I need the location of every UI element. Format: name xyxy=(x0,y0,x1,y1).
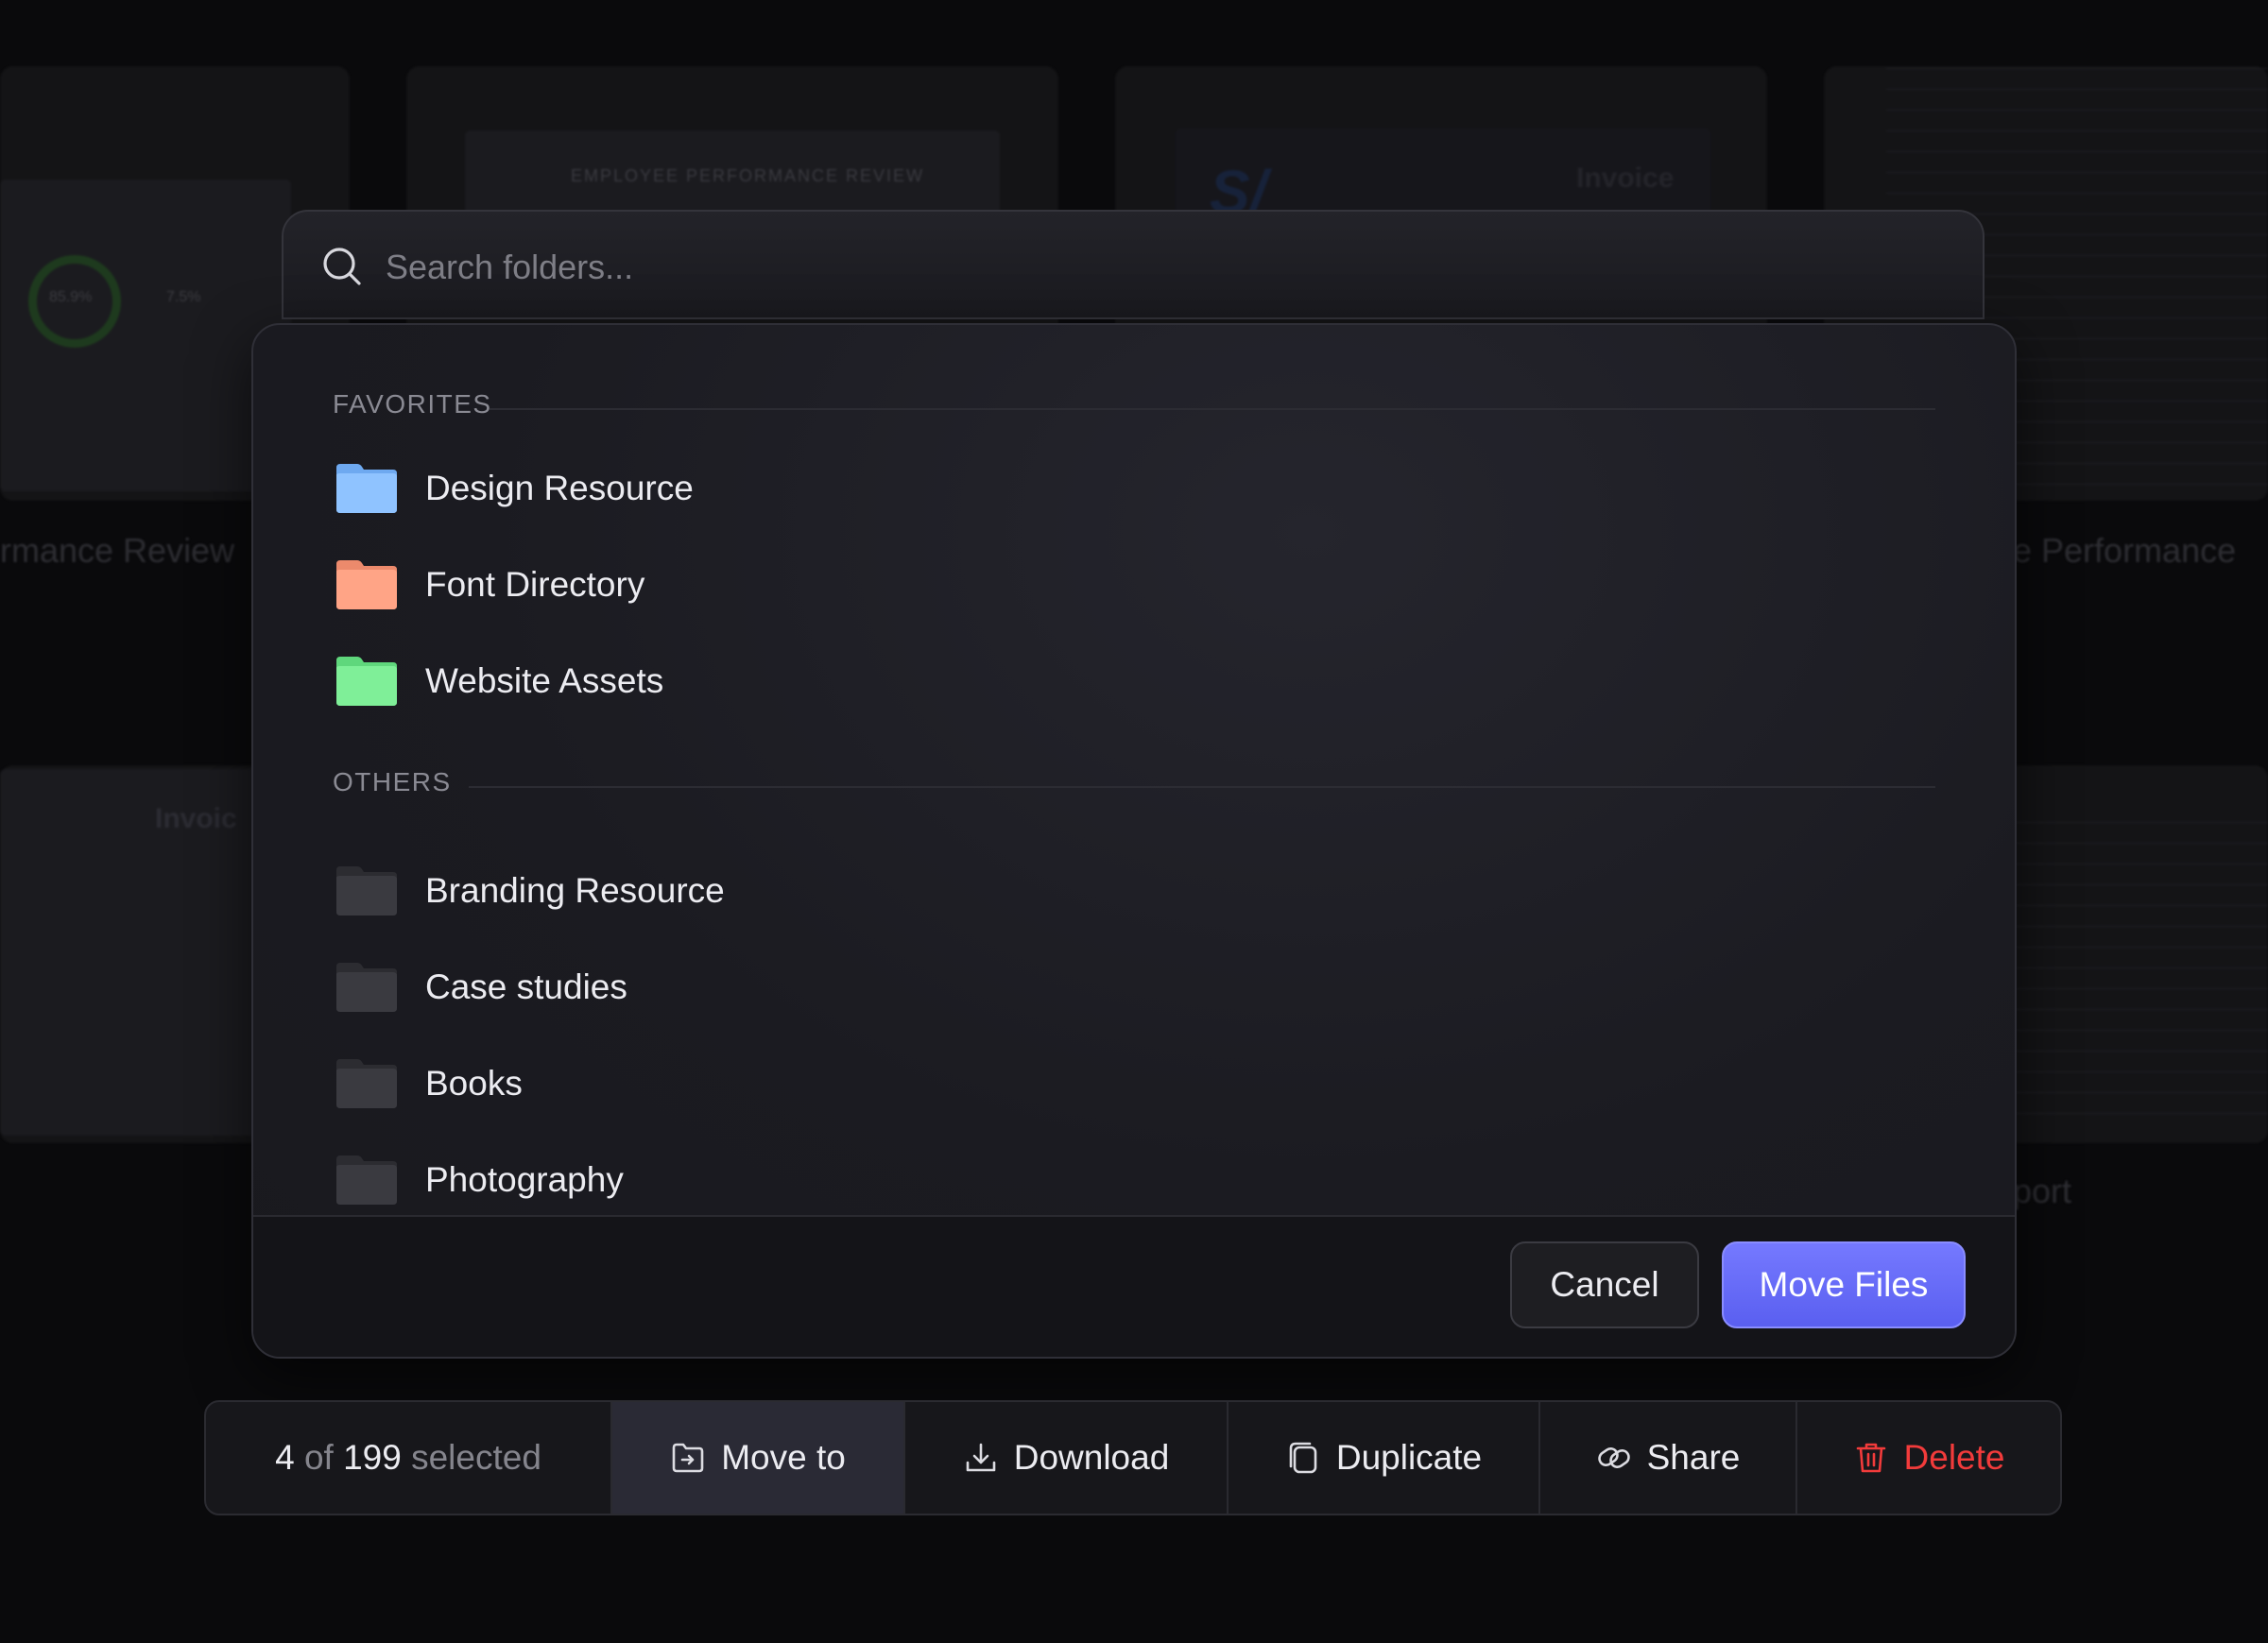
download-button[interactable]: Download xyxy=(905,1402,1228,1514)
download-label: Download xyxy=(1013,1438,1170,1477)
bg-spreadsheet-preview xyxy=(1984,822,2268,1124)
favorites-header: FAVORITES xyxy=(333,389,1935,427)
section-divider xyxy=(490,408,1935,410)
share-button[interactable]: Share xyxy=(1540,1402,1797,1514)
cancel-button[interactable]: Cancel xyxy=(1510,1241,1699,1328)
folder-icon xyxy=(336,866,397,916)
download-icon xyxy=(966,1443,996,1472)
folder-item-branding-resource[interactable]: Branding Resource xyxy=(333,856,1939,926)
dialog-footer: Cancel Move Files xyxy=(253,1215,2015,1357)
folder-icon xyxy=(336,464,397,513)
search-input[interactable] xyxy=(384,238,1899,297)
folder-item-case-studies[interactable]: Case studies xyxy=(333,952,1939,1022)
folder-name: Case studies xyxy=(425,967,627,1006)
bg-doc-heading: EMPLOYEE PERFORMANCE REVIEW xyxy=(571,166,925,185)
duplicate-label: Duplicate xyxy=(1335,1438,1483,1477)
share-label: Share xyxy=(1646,1438,1741,1477)
panel-top-glow xyxy=(253,323,2015,325)
section-label-others: OTHERS xyxy=(333,767,452,796)
folder-icon xyxy=(336,560,397,609)
bg-file-title: rmance Review xyxy=(0,531,235,570)
bg-doc-heading: Invoice xyxy=(1576,163,1675,194)
folder-item-font-directory[interactable]: Font Directory xyxy=(333,550,1939,620)
folder-icon xyxy=(336,1059,397,1108)
folder-item-books[interactable]: Books xyxy=(333,1049,1939,1119)
bg-file-preview: Invoic xyxy=(0,769,284,1136)
selection-action-bar: 4 of 199 selected Move to Download Dupli… xyxy=(204,1400,2062,1515)
selected-count: 4 xyxy=(275,1438,295,1477)
move-files-button[interactable]: Move Files xyxy=(1722,1241,1966,1328)
folder-move-icon xyxy=(672,1443,704,1473)
folder-item-photography[interactable]: Photography xyxy=(333,1145,1939,1215)
move-files-dialog: FAVORITES Design Resource Font Directory… xyxy=(251,323,2017,1359)
folder-name: Website Assets xyxy=(425,661,664,700)
duplicate-icon xyxy=(1289,1442,1317,1474)
folder-item-design-resource[interactable]: Design Resource xyxy=(333,454,1939,523)
link-icon xyxy=(1597,1446,1630,1469)
folder-icon xyxy=(336,963,397,1012)
move-to-label: Move to xyxy=(721,1438,846,1477)
section-divider xyxy=(469,786,1935,788)
of-text: of xyxy=(303,1438,334,1477)
folder-icon xyxy=(336,657,397,706)
trash-icon xyxy=(1856,1443,1885,1473)
selected-text: selected xyxy=(411,1438,541,1477)
duplicate-button[interactable]: Duplicate xyxy=(1228,1402,1540,1514)
folder-name: Books xyxy=(425,1064,523,1103)
bg-file-preview: 85.9% 7.5% xyxy=(0,180,291,491)
search-icon xyxy=(323,248,361,285)
others-header: OTHERS xyxy=(333,767,1935,805)
folder-search-bar xyxy=(282,210,1984,319)
delete-label: Delete xyxy=(1903,1438,2005,1477)
bg-file-title: port xyxy=(2013,1172,2072,1210)
selection-count: 4 of 199 selected xyxy=(206,1402,612,1514)
folder-name: Photography xyxy=(425,1160,624,1199)
bg-ring-value: 85.9% xyxy=(49,289,93,305)
bg-doc-heading: Invoic xyxy=(155,803,237,834)
delete-button[interactable]: Delete xyxy=(1797,1402,2060,1514)
total-count: 199 xyxy=(343,1438,402,1477)
section-label-favorites: FAVORITES xyxy=(333,389,492,419)
folder-item-website-assets[interactable]: Website Assets xyxy=(333,646,1939,716)
folder-name: Design Resource xyxy=(425,469,694,507)
bg-file-title: e Performance xyxy=(2013,531,2237,570)
move-to-button[interactable]: Move to xyxy=(612,1402,905,1514)
folder-name: Branding Resource xyxy=(425,871,725,910)
folder-icon xyxy=(336,1155,397,1205)
folder-name: Font Directory xyxy=(425,565,645,604)
bg-ring-value: 7.5% xyxy=(166,289,201,305)
